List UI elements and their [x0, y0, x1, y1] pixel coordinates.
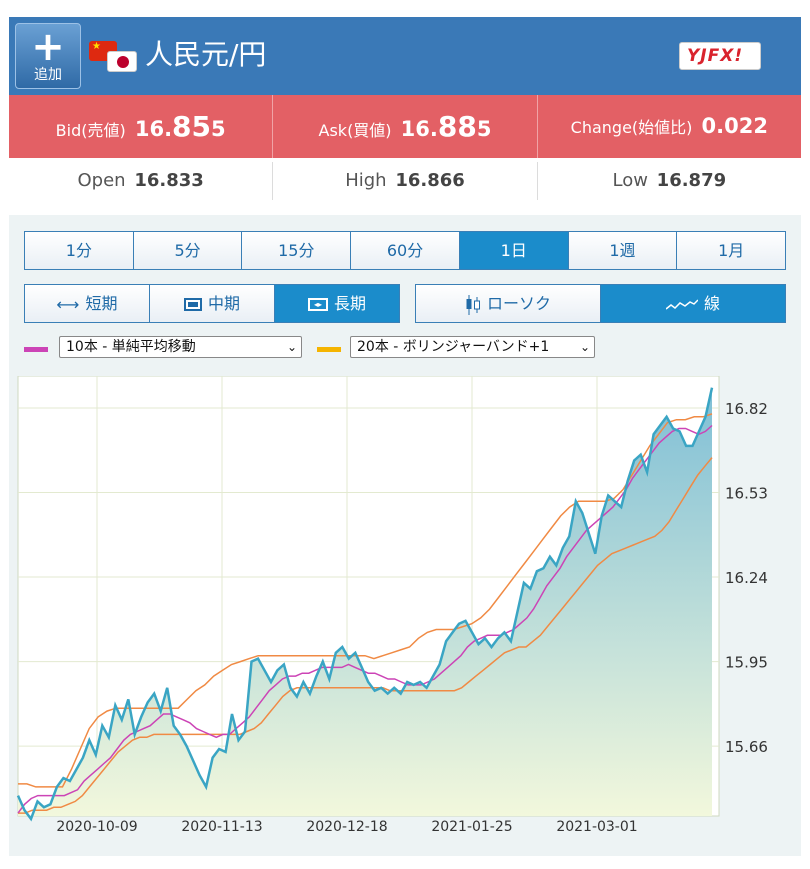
- sma-select-value: 10本 - 単純平均移動: [66, 339, 196, 355]
- high-value: 16.866: [395, 170, 465, 191]
- bid-label: Bid(売値): [55, 121, 126, 140]
- ask-value: 16.885: [400, 110, 492, 143]
- range-long-label: 長期: [333, 294, 366, 313]
- change-cell: Change(始値比) 0.022: [538, 95, 801, 158]
- y-axis-labels: 16.82 16.53 16.24 15.95 15.66: [725, 400, 768, 756]
- mid-range-icon: [183, 298, 202, 311]
- x-tick-label: 2020-11-13: [181, 819, 262, 835]
- x-axis-labels: 2020-10-09 2020-11-13 2020-12-18 2021-01-25…: [56, 819, 637, 835]
- chart-type-selector: ローソク 線: [415, 284, 786, 323]
- quote-row: Bid(売値) 16.855 Ask(買値) 16.885 Change(始値比…: [9, 95, 801, 158]
- long-range-icon: ◂▸: [307, 298, 328, 311]
- range-short-label: 短期: [85, 294, 118, 313]
- high-label: High: [345, 170, 387, 191]
- candlestick-icon: [466, 294, 480, 315]
- sma-select[interactable]: 10本 - 単純平均移動 ⌄: [59, 336, 302, 358]
- add-button[interactable]: + 追加: [15, 23, 81, 89]
- period-button-15m[interactable]: 15分: [242, 232, 352, 269]
- bollinger-select-value: 20本 - ボリンジャーバンド+1: [357, 339, 550, 355]
- period-button-60m[interactable]: 60分: [351, 232, 460, 269]
- y-tick-label: 15.66: [725, 738, 768, 756]
- range-selector: ⟷ 短期 中期 ◂▸ 長期: [24, 284, 400, 323]
- bollinger-color-swatch: [317, 347, 341, 352]
- x-tick-label: 2021-01-25: [431, 819, 512, 835]
- y-tick-label: 16.24: [725, 569, 768, 587]
- bollinger-select[interactable]: 20本 - ボリンジャーバンド+1 ⌄: [350, 336, 595, 358]
- period-button-5m[interactable]: 5分: [133, 232, 243, 269]
- low-value: 16.879: [656, 170, 727, 191]
- chart-type-line-label: 線: [703, 294, 720, 313]
- y-tick-label: 16.82: [725, 400, 768, 418]
- pair-title: 人民元/円: [145, 38, 267, 71]
- chart-type-line-button[interactable]: 線: [601, 285, 785, 322]
- x-tick-label: 2020-12-18: [306, 819, 387, 835]
- x-tick-label: 2020-10-09: [56, 819, 137, 835]
- low-cell: Low 16.879: [538, 162, 801, 200]
- currency-flags-icon: ★: [89, 39, 143, 75]
- ask-cell: Ask(買値) 16.885: [273, 95, 538, 158]
- ohl-row: Open 16.833 High 16.866 Low 16.879: [9, 158, 801, 204]
- ask-label: Ask(買値): [318, 121, 392, 140]
- y-tick-label: 15.95: [725, 654, 768, 672]
- chart-type-candle-button[interactable]: ローソク: [416, 285, 601, 322]
- yjfx-logo: YJFX!: [679, 42, 761, 70]
- change-label: Change(始値比): [570, 118, 693, 137]
- range-button-long[interactable]: ◂▸ 長期: [275, 285, 399, 322]
- app-header: + 追加 ★ 人民元/円 YJFX!: [9, 17, 801, 95]
- bid-value: 16.855: [134, 110, 226, 143]
- range-mid-label: 中期: [207, 294, 240, 313]
- add-button-label: 追加: [34, 67, 62, 83]
- high-cell: High 16.866: [273, 162, 538, 200]
- low-label: Low: [612, 170, 648, 191]
- short-range-icon: ⟷: [56, 295, 80, 314]
- bid-cell: Bid(売値) 16.855: [9, 95, 274, 158]
- plus-icon: +: [31, 24, 65, 70]
- x-tick-label: 2021-03-01: [556, 819, 637, 835]
- open-cell: Open 16.833: [9, 162, 274, 200]
- change-value: 0.022: [701, 114, 768, 138]
- indicator-row: 10本 - 単純平均移動 ⌄ 20本 - ボリンジャーバンド+1 ⌄: [24, 336, 794, 362]
- chart-type-candle-label: ローソク: [486, 294, 551, 313]
- period-button-1m[interactable]: 1分: [25, 232, 134, 269]
- range-button-short[interactable]: ⟷ 短期: [25, 285, 150, 322]
- chevron-down-icon: ⌄: [286, 340, 297, 354]
- line-chart-icon: [665, 298, 698, 310]
- period-button-1mo[interactable]: 1月: [677, 232, 786, 269]
- range-button-mid[interactable]: 中期: [150, 285, 275, 322]
- price-chart[interactable]: 16.8216.5316.2415.9515.66 2020-10-09 2020…: [9, 376, 801, 856]
- period-button-1d[interactable]: 1日: [459, 232, 569, 269]
- sma-color-swatch: [24, 347, 48, 352]
- period-button-1w[interactable]: 1週: [568, 232, 678, 269]
- chevron-down-icon: ⌄: [579, 340, 590, 354]
- period-selector: 1分 5分 15分 60分 1日 1週 1月: [24, 231, 786, 270]
- y-tick-label: 16.53: [725, 485, 768, 503]
- open-label: Open: [77, 170, 126, 191]
- japan-flag-icon: [107, 51, 137, 72]
- open-value: 16.833: [134, 170, 204, 191]
